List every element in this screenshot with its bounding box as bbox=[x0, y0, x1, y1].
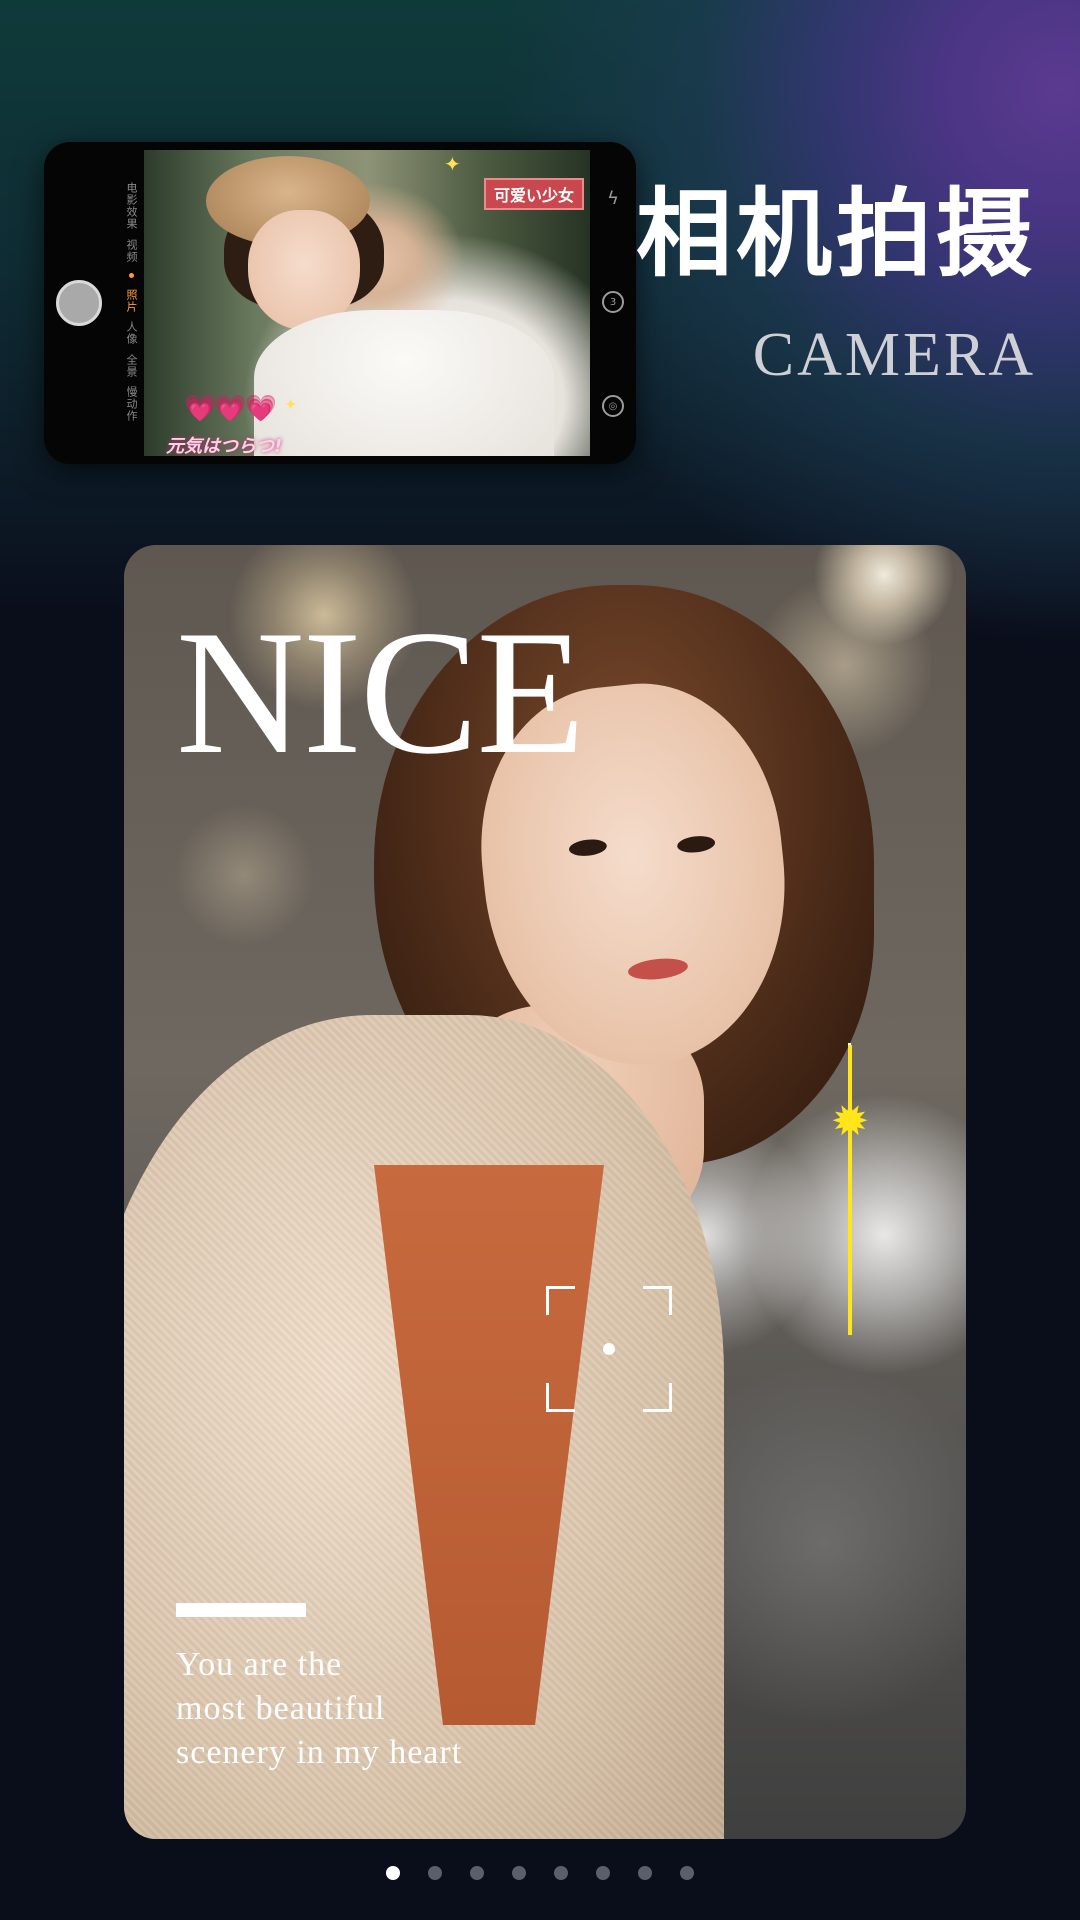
caption-line: scenery in my heart bbox=[176, 1734, 463, 1771]
timer-icon[interactable]: 3 bbox=[602, 291, 624, 313]
mode-item[interactable]: 全景 bbox=[123, 354, 139, 378]
page-dot[interactable] bbox=[470, 1866, 484, 1880]
caption-line: You are the bbox=[176, 1646, 343, 1683]
page-dot-active[interactable] bbox=[386, 1866, 400, 1880]
showcase-photo-card: NICE ✹ You are the most beautiful scener… bbox=[124, 545, 966, 1839]
page-dot[interactable] bbox=[512, 1866, 526, 1880]
page-indicator bbox=[0, 1866, 1080, 1880]
camera-side-controls: ϟ 3 ◎ bbox=[598, 187, 628, 417]
portrait-eye bbox=[568, 837, 608, 858]
switch-camera-icon[interactable]: ◎ bbox=[602, 395, 624, 417]
focus-corner bbox=[643, 1383, 672, 1412]
active-mode-indicator bbox=[128, 273, 134, 278]
mode-item[interactable]: 慢动作 bbox=[123, 386, 139, 422]
feature-title-en: CAMERA bbox=[752, 321, 1036, 389]
flash-icon[interactable]: ϟ bbox=[602, 187, 624, 209]
headline-text: NICE bbox=[176, 593, 585, 791]
page-dot[interactable] bbox=[428, 1866, 442, 1880]
focus-frame bbox=[546, 1286, 672, 1412]
sticker-label-top: 可爱い少女 bbox=[483, 178, 584, 210]
caption-line: most beautiful bbox=[176, 1690, 386, 1727]
caption-quote: You are the most beautiful scenery in my… bbox=[176, 1643, 462, 1775]
portrait-lips bbox=[627, 955, 689, 983]
sticker-label-bottom: 元気はつらつ! bbox=[166, 436, 283, 456]
mode-item[interactable]: 视频 bbox=[123, 239, 139, 263]
sparkle-icon: ✦ bbox=[444, 152, 461, 176]
page-dot[interactable] bbox=[680, 1866, 694, 1880]
page-dot[interactable] bbox=[596, 1866, 610, 1880]
page-dot[interactable] bbox=[638, 1866, 652, 1880]
exposure-slider-track[interactable] bbox=[848, 1045, 852, 1335]
mode-item[interactable]: 电影效果 bbox=[123, 182, 139, 230]
focus-corner bbox=[546, 1383, 575, 1412]
shutter-button[interactable] bbox=[56, 280, 102, 326]
mode-item[interactable]: 人像 bbox=[123, 321, 139, 345]
focus-corner bbox=[643, 1286, 672, 1315]
page-dot[interactable] bbox=[554, 1866, 568, 1880]
portrait-eye bbox=[676, 834, 716, 855]
photo-subject-sweater bbox=[254, 310, 554, 456]
phone-preview: 电影效果 视频 照片 人像 全景 慢动作 ✦ 可爱い少女 💗💗💗 ✦ 元気はつら… bbox=[44, 142, 636, 464]
camera-mode-list: 电影效果 视频 照片 人像 全景 慢动作 bbox=[114, 182, 148, 422]
sun-icon[interactable]: ✹ bbox=[826, 1097, 874, 1145]
sparkle-icon: ✦ bbox=[284, 395, 298, 414]
focus-corner bbox=[546, 1286, 575, 1315]
focus-point bbox=[603, 1343, 615, 1355]
camera-viewfinder: ✦ 可爱い少女 💗💗💗 ✦ 元気はつらつ! bbox=[144, 150, 590, 456]
mode-item-active[interactable]: 照片 bbox=[123, 289, 139, 313]
hearts-sticker: 💗💗💗 bbox=[184, 394, 277, 424]
decorative-bar bbox=[176, 1603, 306, 1617]
feature-title-cn: 相机拍摄 bbox=[636, 178, 1036, 290]
